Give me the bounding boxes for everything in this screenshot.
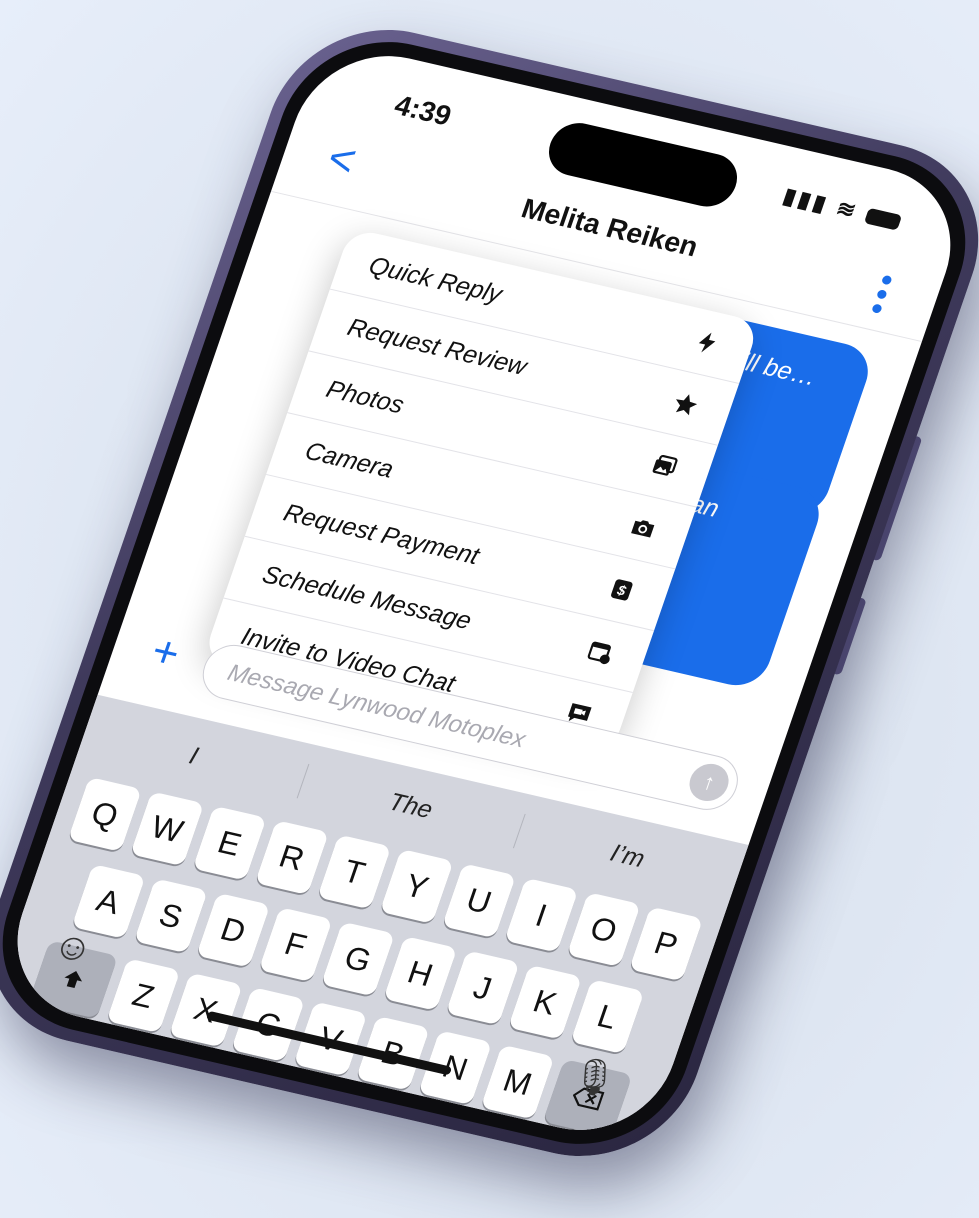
key[interactable]: T xyxy=(317,834,392,910)
key[interactable]: K xyxy=(507,964,583,1040)
menu-item-label: Camera xyxy=(301,436,398,484)
key[interactable]: F xyxy=(258,907,333,983)
key[interactable]: Z xyxy=(106,958,181,1034)
key[interactable]: O xyxy=(566,892,641,968)
key[interactable]: M xyxy=(480,1044,555,1120)
menu-item-label: Photos xyxy=(322,374,408,419)
numbers-key[interactable]: 123 xyxy=(9,1022,149,1112)
key[interactable]: I xyxy=(504,877,579,953)
phone-frame: 4:39 ▮▮▮ ≋ < Melita Reiken Any chance yo… xyxy=(0,8,979,1178)
dynamic-island xyxy=(541,117,745,212)
phone-bezel: 4:39 ▮▮▮ ≋ < Melita Reiken Any chance yo… xyxy=(0,22,979,1164)
key[interactable]: W xyxy=(130,791,205,867)
calendar-clock-icon xyxy=(582,635,618,668)
key[interactable]: D xyxy=(196,892,271,968)
wifi-icon: ≋ xyxy=(833,195,863,224)
status-time: 4:39 xyxy=(390,89,456,132)
key[interactable]: G xyxy=(320,921,396,997)
star-icon xyxy=(667,388,703,421)
key[interactable]: H xyxy=(383,935,458,1011)
send-button[interactable]: ↑ xyxy=(684,760,734,805)
signal-icon: ▮▮▮ xyxy=(780,182,833,217)
bolt-icon xyxy=(689,326,725,359)
key[interactable]: X xyxy=(168,972,243,1048)
key[interactable]: R xyxy=(254,820,330,896)
key[interactable]: S xyxy=(133,878,208,954)
dollar-icon: $ xyxy=(604,573,640,606)
key[interactable]: L xyxy=(570,979,645,1055)
key[interactable]: J xyxy=(445,950,520,1026)
phone-screen: 4:39 ▮▮▮ ≋ < Melita Reiken Any chance yo… xyxy=(0,38,975,1148)
key[interactable]: Y xyxy=(379,848,454,924)
phone-assembly: 4:39 ▮▮▮ ≋ < Melita Reiken Any chance yo… xyxy=(0,0,979,1206)
battery-icon xyxy=(863,207,903,231)
menu-item-label: Quick Reply xyxy=(365,251,506,309)
key[interactable]: U xyxy=(441,863,517,939)
add-attachment-button[interactable]: + xyxy=(145,626,186,678)
camera-icon xyxy=(625,512,661,545)
key[interactable]: Q xyxy=(67,776,142,852)
status-icons: ▮▮▮ ≋ xyxy=(780,183,904,234)
photos-icon xyxy=(646,450,682,483)
key[interactable]: E xyxy=(192,805,267,881)
key[interactable]: P xyxy=(628,906,704,982)
